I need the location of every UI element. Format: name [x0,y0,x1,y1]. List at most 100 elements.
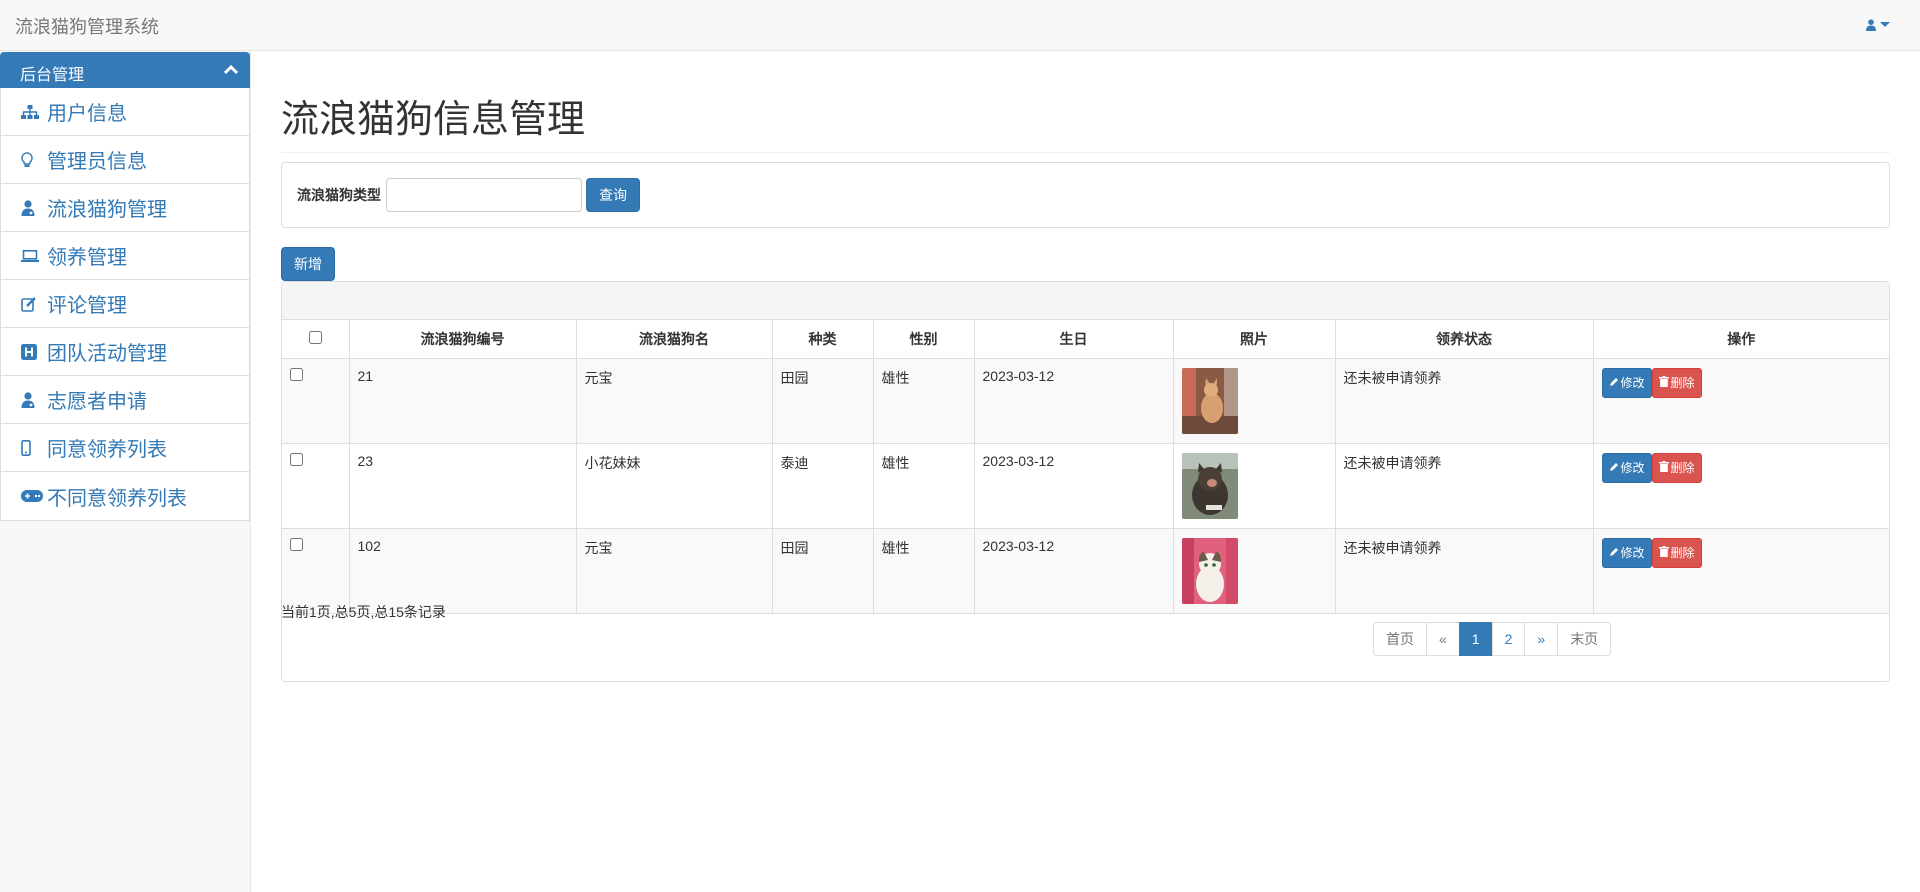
table-panel: 流浪猫狗编号 流浪猫狗名 种类 性别 生日 照片 领养状态 操作 21 元宝 田… [281,281,1890,682]
column-header[interactable]: 流浪猫狗名 [575,320,773,359]
caret-down-icon [1880,16,1890,32]
kind-cell: 泰迪 [771,442,874,529]
first-page-link[interactable]: 首页 [1373,622,1427,656]
column-header[interactable]: 照片 [1172,320,1336,359]
row-checkbox[interactable] [290,537,303,551]
edit-icon [21,296,47,312]
sitemap-icon [21,104,47,119]
status-cell: 还未被申请领养 [1334,357,1594,444]
kind-cell: 田园 [771,527,874,614]
column-header[interactable]: 性别 [872,320,975,359]
sidebar-item-label: 领养管理 [47,247,127,269]
user-doctor-icon [21,391,47,408]
row-checkbox[interactable] [290,452,303,466]
actions-cell: 修改 删除 [1592,527,1889,614]
cat-photo[interactable] [1181,537,1238,604]
gender-cell: 雄性 [872,357,975,444]
edit-label: 修改 [1620,461,1645,475]
pencil-icon [1609,461,1619,475]
table-row: 102 元宝 田园 雄性 2023-03-12 还未被申请领养 修改 删除 [282,527,1889,614]
delete-label: 删除 [1670,546,1695,560]
photo-cell [1172,527,1336,614]
delete-button[interactable]: 删除 [1651,452,1702,483]
laptop-icon [21,249,47,262]
row-checkbox[interactable] [290,367,303,381]
cat-photo[interactable] [1181,367,1238,434]
sidebar-item-stray-management[interactable]: 流浪猫狗管理 [1,184,249,232]
gender-cell: 雄性 [872,527,975,614]
next-page-link[interactable]: » [1524,622,1559,656]
page-link-1[interactable]: 1 [1458,622,1493,656]
search-button[interactable]: 查询 [586,178,640,212]
page-title: 流浪猫狗信息管理 [281,88,1890,153]
sidebar-item-team-activity[interactable]: 团队活动管理 [1,328,249,376]
table-row: 21 元宝 田园 雄性 2023-03-12 还未被申请领养 修改 删除 [282,357,1889,444]
h-square-icon [21,343,47,360]
delete-label: 删除 [1670,461,1695,475]
sidebar-item-label: 管理员信息 [47,151,147,173]
name-cell: 元宝 [575,527,773,614]
pencil-icon [1609,546,1619,560]
sidebar-item-user-info[interactable]: 用户信息 [1,88,249,136]
gender-cell: 雄性 [872,442,975,529]
row-select-cell [282,442,350,529]
mobile-icon [21,439,47,456]
actions-cell: 修改 删除 [1592,357,1889,444]
sidebar-item-approved-adoptions[interactable]: 同意领养列表 [1,424,249,472]
edit-button[interactable]: 修改 [1601,537,1652,568]
name-cell: 元宝 [575,357,773,444]
brand-title[interactable]: 流浪猫狗管理系统 [15,13,159,39]
sidebar-item-comment-management[interactable]: 评论管理 [1,280,249,328]
birthday-cell: 2023-03-12 [973,442,1174,529]
kind-cell: 田园 [771,357,874,444]
photo-cell [1172,442,1336,529]
trash-icon [1658,545,1669,560]
row-select-cell [282,527,350,614]
table-header-row: 流浪猫狗编号 流浪猫狗名 种类 性别 生日 照片 领养状态 操作 [282,320,1889,359]
cat-photo[interactable] [1181,452,1238,519]
trash-icon [1658,375,1669,390]
column-header[interactable]: 种类 [771,320,874,359]
sidebar-item-admin-info[interactable]: 管理员信息 [1,136,249,184]
actions-cell: 修改 删除 [1592,442,1889,529]
sidebar-item-label: 评论管理 [47,295,127,317]
edit-button[interactable]: 修改 [1601,367,1652,398]
column-header[interactable]: 流浪猫狗编号 [348,320,577,359]
sidebar-menu: 用户信息 管理员信息 流浪猫狗管理 领养管理 评论管理 团队活动管理 志愿者申请… [0,88,250,521]
chevron-up-icon [223,62,239,80]
select-all-checkbox[interactable] [308,330,322,344]
search-label: 流浪猫狗类型 [297,187,381,203]
edit-button[interactable]: 修改 [1601,452,1652,483]
sidebar-item-label: 同意领养列表 [47,439,167,461]
sidebar-panel-header[interactable]: 后台管理 [0,52,250,88]
user-doctor-icon [21,199,47,216]
id-cell: 21 [348,357,577,444]
sidebar-item-label: 用户信息 [47,103,127,125]
gamepad-icon [21,490,47,502]
edit-label: 修改 [1620,546,1645,560]
status-cell: 还未被申请领养 [1334,527,1594,614]
sidebar-item-rejected-adoptions[interactable]: 不同意领养列表 [1,472,249,520]
add-button[interactable]: 新增 [281,247,335,281]
last-page-link[interactable]: 末页 [1557,622,1612,656]
sidebar-panel-title: 后台管理 [20,67,85,84]
table-row: 23 小花妹妹 泰迪 雄性 2023-03-12 还未被申请领养 修改 删除 [282,442,1889,529]
select-all-cell [282,320,350,359]
delete-button[interactable]: 删除 [1651,537,1702,568]
column-header[interactable]: 操作 [1592,320,1889,359]
sidebar-item-adoption-management[interactable]: 领养管理 [1,232,249,280]
column-header[interactable]: 领养状态 [1334,320,1594,359]
delete-label: 删除 [1670,376,1695,390]
delete-button[interactable]: 删除 [1651,367,1702,398]
user-menu-toggle[interactable] [1866,16,1890,32]
stray-type-input[interactable] [386,178,582,212]
sidebar-item-volunteer-application[interactable]: 志愿者申请 [1,376,249,424]
table-panel-heading [282,282,1889,320]
trash-icon [1658,460,1669,475]
column-header[interactable]: 生日 [973,320,1174,359]
prev-page-link[interactable]: « [1426,622,1460,656]
status-cell: 还未被申请领养 [1334,442,1594,529]
page-link-2[interactable]: 2 [1491,622,1526,656]
name-cell: 小花妹妹 [575,442,773,529]
sidebar-item-label: 流浪猫狗管理 [47,199,167,221]
